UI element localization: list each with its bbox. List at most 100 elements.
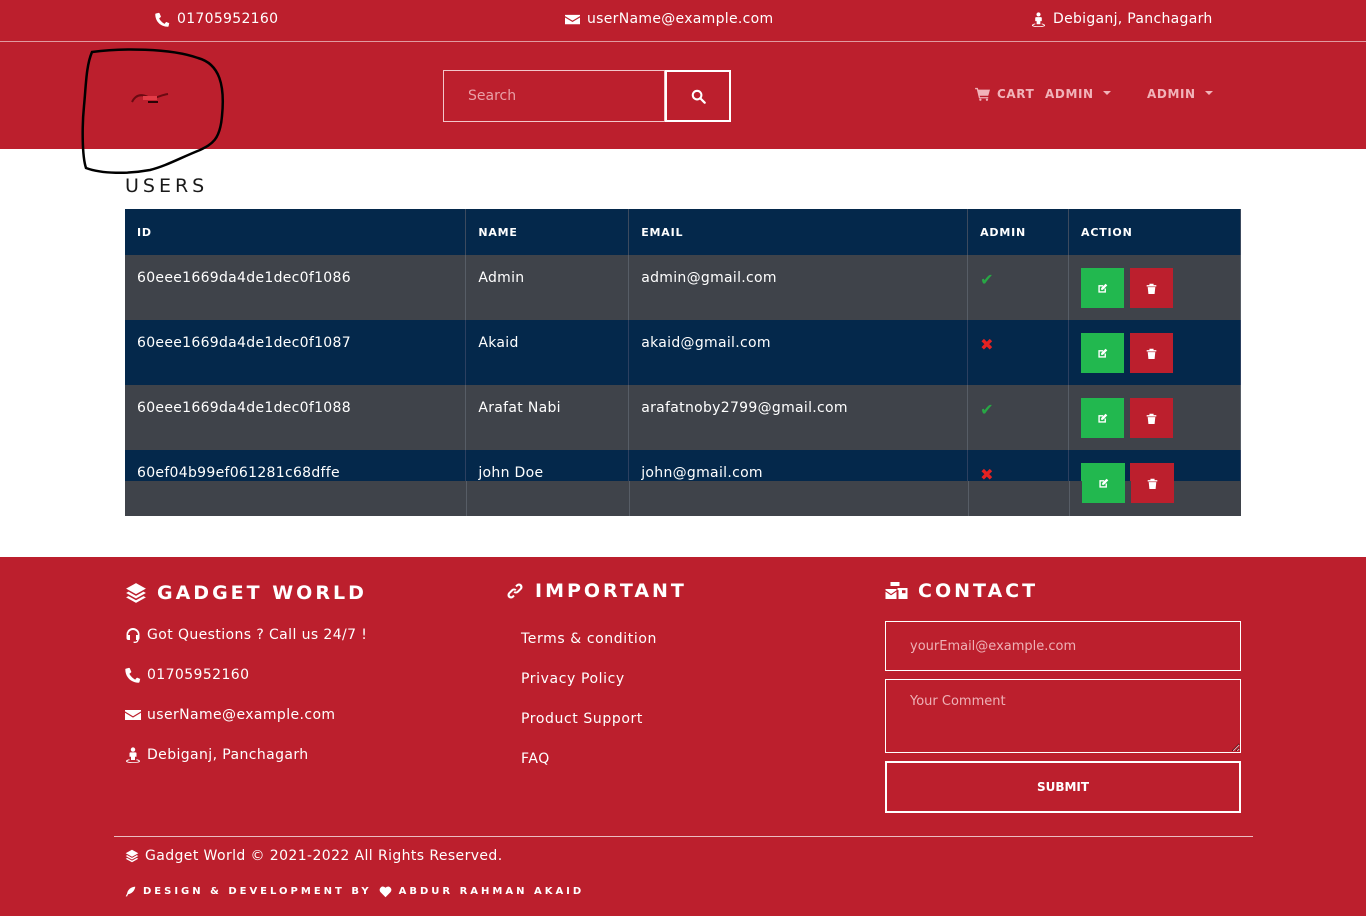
footer-link-terms[interactable]: Terms & condition xyxy=(521,631,657,647)
layer-group-icon xyxy=(126,583,146,603)
cart-icon xyxy=(975,87,990,101)
cross-icon: ✖ xyxy=(980,335,994,354)
footer-important-heading: IMPORTANT xyxy=(505,580,687,602)
trash-icon xyxy=(1147,478,1158,489)
footer-contact-text: CONTACT xyxy=(918,580,1039,602)
table-row: 60eee1669da4de1dec0f1087 Akaid akaid@gma… xyxy=(125,320,1241,385)
cell-email: akaid@gmail.com xyxy=(628,320,969,385)
topbar-phone-text: 01705952160 xyxy=(177,11,279,27)
footer-credit-prefix: DESIGN & DEVELOPMENT BY xyxy=(143,886,372,897)
cell-name: Admin xyxy=(465,255,630,320)
nav-admin-label-1: ADMIN xyxy=(1045,87,1094,101)
edit-icon xyxy=(1098,348,1108,358)
footer-phone: 01705952160 xyxy=(125,667,249,683)
table-row: 60eee1669da4de1dec0f1086 Admin admin@gma… xyxy=(125,255,1241,320)
search-button[interactable] xyxy=(665,70,731,122)
street-view-icon xyxy=(126,747,140,763)
edit-user-button[interactable] xyxy=(1081,268,1125,308)
footer-link-privacy[interactable]: Privacy Policy xyxy=(521,671,625,687)
cell-email: admin@gmail.com xyxy=(628,255,969,320)
column-divider xyxy=(629,481,630,516)
edit-icon xyxy=(1098,413,1108,423)
column-header-email: EMAIL xyxy=(628,209,969,255)
contact-comment-field[interactable] xyxy=(885,679,1241,753)
envelope-icon xyxy=(125,710,141,720)
phone-icon xyxy=(125,667,141,683)
edit-icon xyxy=(1098,283,1108,293)
cell-email: arafatnoby2799@gmail.com xyxy=(628,385,969,450)
cell-id: 60eee1669da4de1dec0f1088 xyxy=(125,385,467,450)
chevron-down-icon xyxy=(1102,91,1111,95)
topbar-phone: 01705952160 xyxy=(155,11,278,27)
cell-action xyxy=(1068,385,1241,450)
edit-user-button[interactable] xyxy=(1081,333,1125,373)
footer-email-text: userName@example.com xyxy=(147,707,336,723)
cell-id: 60eee1669da4de1dec0f1087 xyxy=(125,320,467,385)
headset-icon xyxy=(126,628,140,643)
feather-icon xyxy=(125,886,136,897)
edit-user-button[interactable] xyxy=(1082,463,1125,503)
topbar-location-text: Debiganj, Panchagarh xyxy=(1053,11,1213,27)
footer-email: userName@example.com xyxy=(125,707,335,723)
column-divider xyxy=(1069,481,1070,516)
footer-location-text: Debiganj, Panchagarh xyxy=(147,747,309,763)
check-icon: ✔ xyxy=(980,400,994,419)
delete-user-button[interactable] xyxy=(1130,333,1174,373)
cell-admin: ✔ xyxy=(967,385,1070,450)
footer-contact-heading: CONTACT xyxy=(885,580,1038,602)
column-header-action: ACTION xyxy=(1068,209,1241,255)
delete-user-button[interactable] xyxy=(1130,398,1174,438)
contact-submit-button[interactable]: SUBMIT xyxy=(885,761,1241,813)
heart-icon xyxy=(379,886,392,898)
cell-id: 60eee1669da4de1dec0f1086 xyxy=(125,255,467,320)
footer-link-support[interactable]: Product Support xyxy=(521,711,643,727)
check-icon: ✔ xyxy=(980,270,994,289)
users-table: ID NAME EMAIL ADMIN ACTION 60eee1669da4d… xyxy=(125,209,1241,515)
footer-important-text: IMPORTANT xyxy=(535,580,687,602)
topbar-email: userName@example.com xyxy=(565,11,773,27)
edit-user-button[interactable] xyxy=(1081,398,1125,438)
footer-copyright-text: Gadget World © 2021-2022 All Rights Rese… xyxy=(145,848,503,864)
site-footer: GADGET WORLD Got Questions ? Call us 24/… xyxy=(0,557,1366,916)
cell-name: Akaid xyxy=(465,320,630,385)
nav-cart[interactable]: CART xyxy=(975,87,1034,101)
edit-icon xyxy=(1099,478,1109,488)
search-input[interactable] xyxy=(443,70,665,122)
footer-brand-text: GADGET WORLD xyxy=(157,582,367,604)
users-table-wrapper: ID NAME EMAIL ADMIN ACTION 60eee1669da4d… xyxy=(125,209,1241,516)
trash-icon xyxy=(1146,283,1157,294)
footer-link-faq[interactable]: FAQ xyxy=(521,751,550,767)
topbar-email-text: userName@example.com xyxy=(587,11,774,27)
footer-questions: Got Questions ? Call us 24/7 ! xyxy=(125,627,367,643)
envelope-icon xyxy=(565,14,580,24)
layer-group-icon xyxy=(125,849,139,863)
phone-icon xyxy=(155,12,170,27)
page-title: USERS xyxy=(125,175,209,197)
footer-brand-heading: GADGET WORLD xyxy=(125,582,367,604)
cell-name: Arafat Nabi xyxy=(465,385,630,450)
main-header: CART ADMIN ADMIN xyxy=(0,42,1366,175)
contact-email-field[interactable] xyxy=(885,621,1241,671)
cell-admin: ✔ xyxy=(967,255,1070,320)
site-logo[interactable] xyxy=(80,46,228,178)
column-header-name: NAME xyxy=(465,209,630,255)
logo-icon xyxy=(131,93,169,103)
table-header-row: ID NAME EMAIL ADMIN ACTION xyxy=(125,209,1241,255)
delete-user-button[interactable] xyxy=(1131,463,1174,503)
nav-admin-dropdown-2[interactable]: ADMIN xyxy=(1147,87,1213,101)
logo-circle-scribble xyxy=(81,48,224,175)
footer-divider xyxy=(114,836,1253,837)
footer-phone-text: 01705952160 xyxy=(147,667,250,683)
footer-copyright: Gadget World © 2021-2022 All Rights Rese… xyxy=(125,848,503,864)
column-divider xyxy=(466,481,467,516)
footer-credit-name: ABDUR RAHMAN AKAID xyxy=(398,886,585,897)
delete-user-button[interactable] xyxy=(1130,268,1174,308)
search-icon xyxy=(691,89,706,104)
chevron-down-icon xyxy=(1204,91,1213,95)
footer-location: Debiganj, Panchagarh xyxy=(125,747,309,763)
column-header-id: ID xyxy=(125,209,467,255)
nav-admin-dropdown-1[interactable]: ADMIN xyxy=(1045,87,1111,101)
footer-questions-text: Got Questions ? Call us 24/7 ! xyxy=(147,627,368,643)
nav-cart-label: CART xyxy=(997,87,1035,101)
column-divider xyxy=(968,481,969,516)
